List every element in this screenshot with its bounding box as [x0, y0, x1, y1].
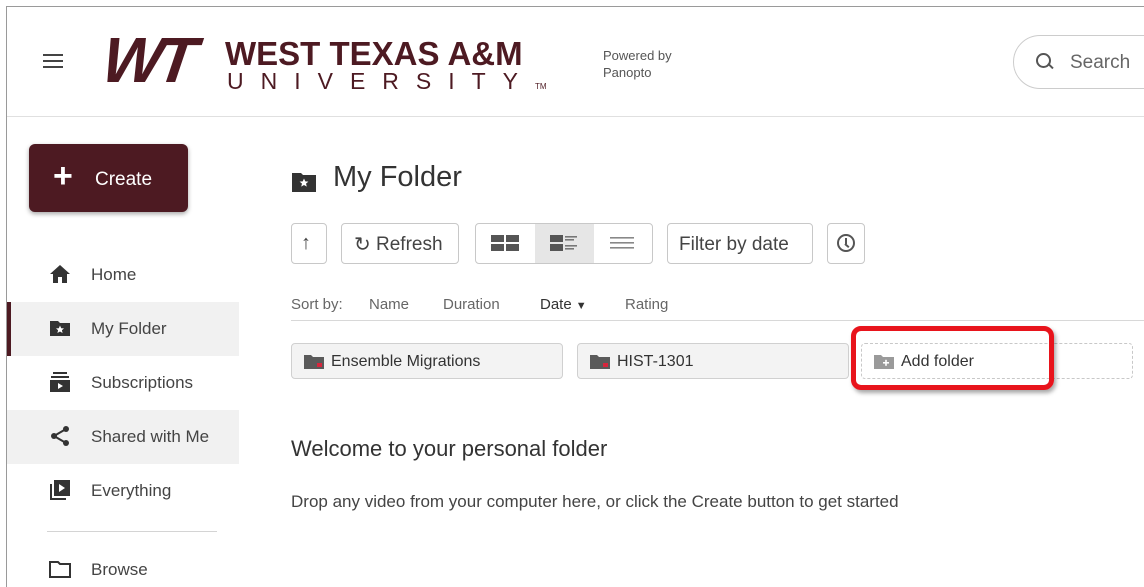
folder-outline-icon	[49, 561, 71, 578]
sort-date[interactable]: Date ▼	[540, 296, 587, 313]
sort-duration[interactable]: Duration	[443, 296, 500, 313]
refresh-icon: ↻	[354, 234, 371, 256]
sidebar-item-subscriptions[interactable]: Subscriptions	[7, 356, 239, 410]
folder-tile-ensemble-migrations[interactable]: Ensemble Migrations	[291, 343, 563, 379]
sidebar-item-my-folder[interactable]: My Folder	[7, 302, 239, 356]
sidebar-item-browse[interactable]: Browse	[7, 543, 239, 587]
home-icon	[50, 265, 70, 283]
sort-name[interactable]: Name	[369, 296, 409, 313]
create-button-label: Create	[95, 169, 153, 190]
logo-trademark: TM	[535, 82, 547, 91]
page-title: My Folder	[333, 161, 462, 193]
everything-icon	[50, 480, 70, 500]
sidebar-divider	[47, 531, 217, 532]
search-input[interactable]: Search	[1013, 35, 1144, 89]
refresh-button[interactable]: ↻ Refresh	[341, 223, 459, 264]
search-placeholder: Search	[1070, 52, 1131, 73]
sort-by-label: Sort by:	[291, 296, 343, 313]
refresh-label: Refresh	[376, 234, 443, 255]
share-icon	[51, 426, 69, 446]
sidebar: + Create Home My Folder Subscriptions Sh…	[7, 118, 247, 587]
starred-folder-icon	[292, 173, 316, 192]
sidebar-item-label: Browse	[91, 560, 148, 579]
sort-divider	[291, 320, 1144, 321]
caret-down-icon: ▼	[575, 300, 587, 312]
sidebar-item-label: Everything	[91, 481, 172, 500]
sort-date-label: Date	[540, 296, 572, 313]
plus-icon: +	[53, 157, 73, 195]
folder-name: Ensemble Migrations	[331, 353, 481, 370]
panopto-line: Panopto	[603, 65, 652, 80]
powered-by-text: Powered by Panopto	[603, 47, 672, 81]
university-logo[interactable]: WT WEST TEXAS A&M UNIVERSITYTM	[98, 24, 573, 99]
top-header: WT WEST TEXAS A&M UNIVERSITYTM Powered b…	[7, 7, 1144, 117]
logo-wordmark-line1: WEST TEXAS A&M	[225, 35, 523, 72]
sidebar-item-shared-with-me[interactable]: Shared with Me	[7, 410, 239, 464]
sidebar-item-label: Shared with Me	[91, 427, 210, 446]
clock-icon	[837, 234, 855, 252]
starred-folder-icon	[50, 321, 70, 336]
arrow-up-icon: ↑	[301, 232, 311, 254]
logo-mark: WT	[97, 24, 196, 96]
sidebar-item-label: Home	[91, 265, 137, 284]
logo-wordmark-line2: UNIVERSITYTM	[227, 69, 547, 99]
tile-view-button[interactable]	[476, 224, 535, 263]
hamburger-menu-icon[interactable]	[43, 50, 67, 70]
navigate-up-button[interactable]: ↑	[291, 223, 327, 264]
highlight-annotation	[851, 326, 1054, 390]
sidebar-item-label: My Folder	[91, 319, 167, 338]
app-window: WT WEST TEXAS A&M UNIVERSITYTM Powered b…	[6, 6, 1144, 587]
filter-by-date-button[interactable]: Filter by date	[667, 223, 813, 264]
filter-by-date-label: Filter by date	[679, 234, 789, 255]
powered-by-line: Powered by	[603, 48, 672, 63]
folder-icon	[590, 355, 610, 369]
folder-name: HIST-1301	[617, 353, 694, 370]
welcome-heading: Welcome to your personal folder	[291, 436, 608, 461]
list-view-button[interactable]	[594, 224, 653, 263]
recent-history-button[interactable]	[827, 223, 865, 264]
sidebar-item-everything[interactable]: Everything	[7, 464, 239, 518]
search-icon	[1036, 53, 1054, 71]
detail-view-button[interactable]	[535, 224, 594, 263]
folder-icon	[304, 355, 324, 369]
sort-rating[interactable]: Rating	[625, 296, 668, 313]
list-view-icon	[610, 237, 634, 249]
folder-tile-hist-1301[interactable]: HIST-1301	[577, 343, 849, 379]
drop-instructions: Drop any video from your computer here, …	[291, 492, 899, 511]
sidebar-item-label: Subscriptions	[91, 373, 194, 392]
detail-view-icon	[550, 235, 577, 251]
view-mode-toggle	[475, 223, 653, 264]
create-button[interactable]: + Create	[29, 144, 188, 212]
sidebar-item-home[interactable]: Home	[7, 248, 239, 302]
subscriptions-icon	[50, 372, 70, 392]
tile-view-icon	[491, 235, 519, 251]
main-content: My Folder ↑ ↻ Refresh Filter by date Sor…	[247, 118, 1144, 587]
logo-university-text: UNIVERSITY	[227, 68, 536, 94]
